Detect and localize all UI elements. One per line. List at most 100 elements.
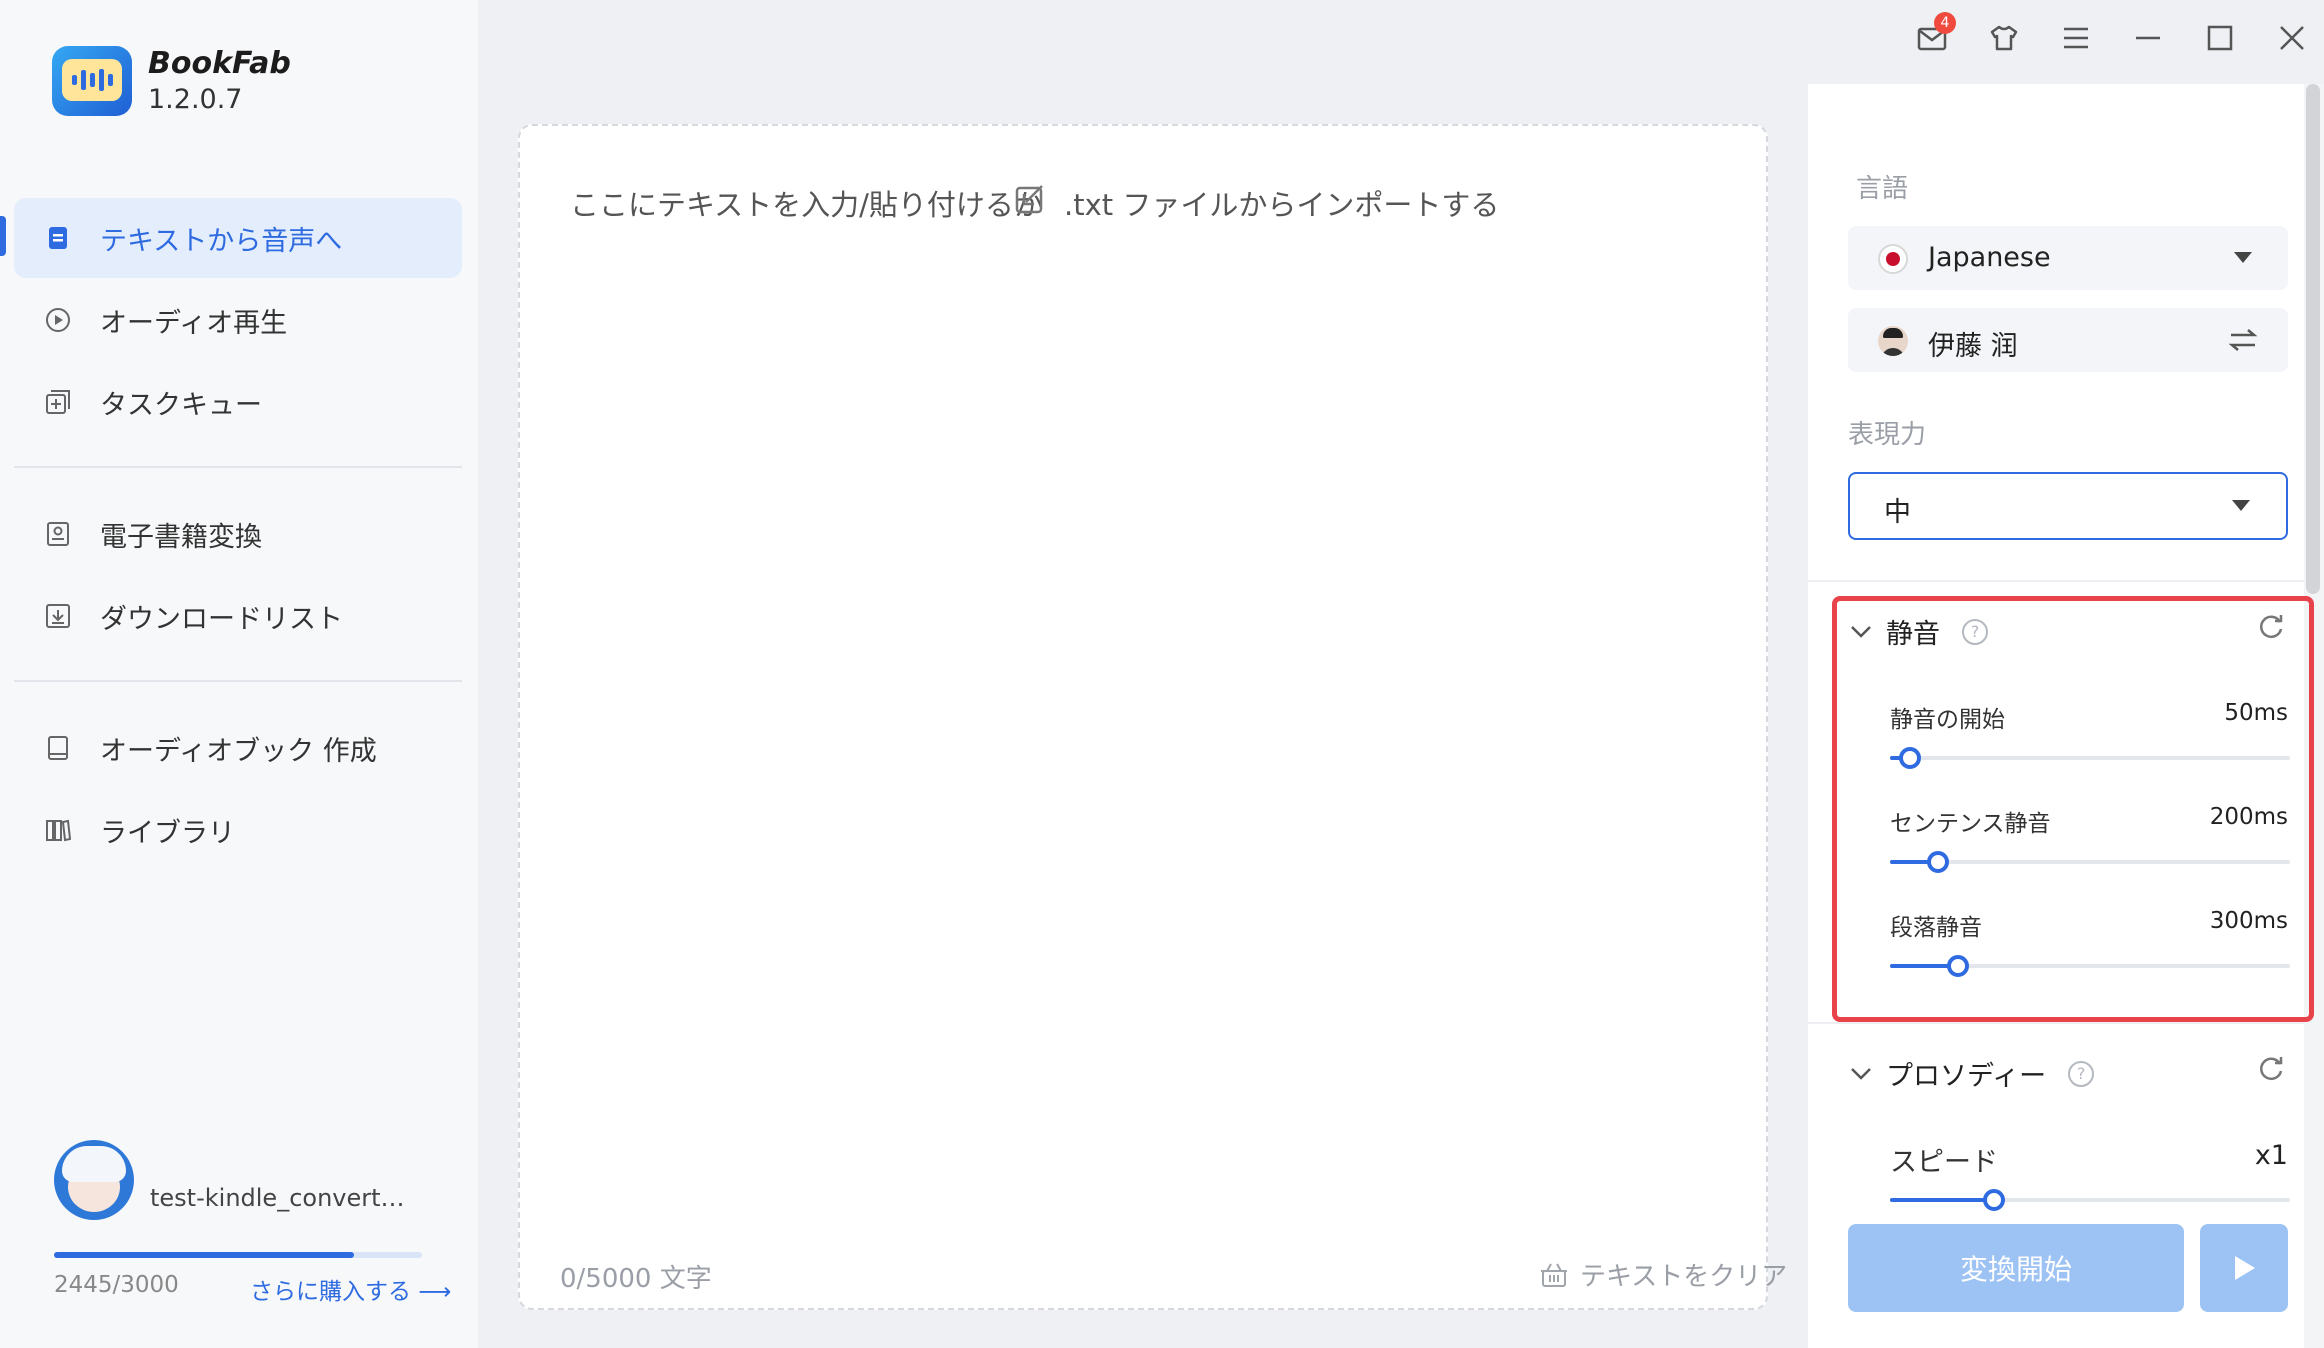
title-bar — [478, 0, 2324, 84]
import-icon[interactable] — [1014, 182, 1048, 216]
swap-icon[interactable] — [2228, 326, 2258, 354]
minimize-icon — [2136, 36, 2160, 40]
dropdown-caret-icon — [2232, 500, 2250, 511]
download-icon — [46, 604, 70, 628]
sidebar-divider — [14, 680, 462, 682]
silence-start-label: 静音の開始 — [1890, 707, 2005, 733]
clear-text-label: テキストをクリア — [1580, 1262, 1788, 1292]
queue-icon — [46, 390, 70, 414]
text-input-area[interactable]: ここにテキストを入力/貼り付けるか .txt ファイルからインポートする 0/5… — [518, 124, 1787, 1310]
text-input-placeholder: ここにテキストを入力/貼り付けるか — [570, 188, 1043, 222]
play-icon — [2235, 1256, 2255, 1280]
language-select[interactable]: Japanese — [1848, 226, 2288, 290]
sentence-silence-value: 200ms — [2209, 804, 2288, 830]
chevron-down-icon — [1851, 1067, 1871, 1080]
silence-start-slider[interactable] — [1890, 747, 2290, 769]
voice-avatar — [1878, 326, 1908, 356]
document-icon — [49, 227, 67, 249]
basket-icon — [1541, 1263, 1567, 1287]
play-circle-icon — [46, 308, 70, 332]
book-icon — [47, 522, 69, 546]
reset-icon[interactable] — [2256, 1054, 2286, 1084]
clear-text-button[interactable]: テキストをクリア — [1540, 1256, 1787, 1293]
menu-button[interactable] — [2056, 18, 2096, 58]
preview-play-button[interactable] — [2200, 1224, 2288, 1312]
sidebar-item-label: ダウンロードリスト — [100, 603, 343, 635]
user-avatar[interactable] — [54, 1140, 134, 1220]
quota-text: 2445/3000 — [54, 1272, 179, 1298]
sidebar-item-label: オーディオ再生 — [100, 307, 288, 339]
help-icon[interactable]: ? — [1962, 618, 1988, 645]
sidebar-item-download-list[interactable]: ダウンロードリスト — [14, 576, 462, 656]
audiobook-icon — [48, 736, 68, 760]
dropdown-caret-icon — [2234, 252, 2252, 263]
silence-title: 静音 — [1886, 619, 1940, 650]
sidebar-item-label: テキストから音声へ — [100, 225, 343, 257]
speed-slider[interactable] — [1890, 1189, 2290, 1211]
paragraph-silence-slider[interactable] — [1890, 955, 2290, 977]
expressiveness-label: 表現力 — [1848, 420, 1927, 450]
minimize-button[interactable] — [2128, 18, 2168, 58]
paragraph-silence-value: 300ms — [2209, 908, 2288, 934]
buy-more-link[interactable]: さらに購入する ⟶ — [250, 1272, 451, 1306]
voice-select[interactable]: 伊藤 润 — [1848, 308, 2288, 372]
slider-thumb[interactable] — [1899, 747, 1921, 769]
close-button[interactable] — [2272, 18, 2312, 58]
app-name: BookFab — [148, 46, 291, 81]
language-label: 言語 — [1856, 174, 1909, 204]
slider-thumb[interactable] — [1947, 955, 1969, 977]
silence-start-value: 50ms — [2224, 700, 2288, 726]
slider-thumb[interactable] — [1927, 851, 1949, 873]
sentence-silence-label: センテンス静音 — [1890, 811, 2051, 837]
sentence-silence-slider[interactable] — [1890, 851, 2290, 873]
username: test-kindle_converter... — [150, 1184, 406, 1212]
help-icon[interactable]: ? — [2068, 1060, 2095, 1087]
maximize-button[interactable] — [2200, 18, 2240, 58]
close-icon — [2280, 26, 2304, 50]
active-nav-marker — [0, 216, 6, 256]
sidebar-item-task-queue[interactable]: タスクキュー — [14, 362, 462, 442]
menu-icon — [2064, 27, 2088, 49]
silence-group-header[interactable]: 静音 ? — [1850, 612, 1988, 651]
sidebar-item-text-to-speech[interactable]: テキストから音声へ — [14, 198, 462, 278]
prosody-group-header[interactable]: プロソディー ? — [1850, 1054, 2095, 1093]
quota-progress-bar — [54, 1252, 422, 1258]
language-value: Japanese — [1928, 242, 2051, 273]
mail-badge: 4 — [1934, 12, 1956, 34]
start-conversion-button[interactable]: 変換開始 — [1848, 1224, 2184, 1312]
shirt-icon — [1990, 25, 2018, 51]
theme-button[interactable] — [1984, 18, 2024, 58]
scrollbar-thumb[interactable] — [2306, 84, 2320, 594]
app-version: 1.2.0.7 — [148, 84, 243, 115]
sidebar: BookFab 1.2.0.7 テキストから音声へ オーディオ再生 タスクキュー… — [0, 0, 478, 1348]
maximize-icon — [2207, 25, 2233, 51]
speed-value: x1 — [2254, 1140, 2288, 1171]
sidebar-item-label: タスクキュー — [100, 389, 262, 421]
voice-name: 伊藤 润 — [1928, 331, 2018, 362]
expressiveness-value: 中 — [1884, 497, 1911, 528]
sidebar-item-library[interactable]: ライブラリ — [14, 790, 462, 870]
start-conversion-label: 変換開始 — [1959, 1253, 2072, 1286]
import-txt-link[interactable]: .txt ファイルからインポートする — [1064, 182, 1499, 224]
sidebar-item-label: ライブラリ — [100, 817, 235, 849]
sidebar-divider — [14, 466, 462, 468]
sidebar-item-ebook-convert[interactable]: 電子書籍変換 — [14, 494, 462, 574]
prosody-title: プロソディー — [1886, 1061, 2047, 1092]
sidebar-item-audio-playback[interactable]: オーディオ再生 — [14, 280, 462, 360]
speed-label: スピード — [1890, 1147, 1998, 1178]
paragraph-silence-label: 段落静音 — [1890, 915, 1982, 941]
sidebar-item-audiobook-create[interactable]: オーディオブック 作成 — [14, 708, 462, 788]
slider-fill — [1890, 1198, 1994, 1202]
sidebar-item-label: 電子書籍変換 — [100, 521, 262, 553]
expressiveness-select[interactable]: 中 — [1848, 472, 2288, 540]
quota-progress-fill — [54, 1252, 354, 1258]
sidebar-item-label: オーディオブック 作成 — [100, 735, 377, 767]
reset-icon[interactable] — [2256, 612, 2286, 642]
panel-divider — [1808, 1022, 2304, 1024]
slider-thumb[interactable] — [1983, 1189, 2005, 1211]
char-count: 0/5000 文字 — [560, 1264, 712, 1294]
panel-divider — [1808, 580, 2304, 582]
mail-button[interactable]: 4 — [1912, 12, 1956, 58]
app-logo-icon — [52, 46, 132, 116]
japan-flag-icon — [1878, 244, 1908, 274]
